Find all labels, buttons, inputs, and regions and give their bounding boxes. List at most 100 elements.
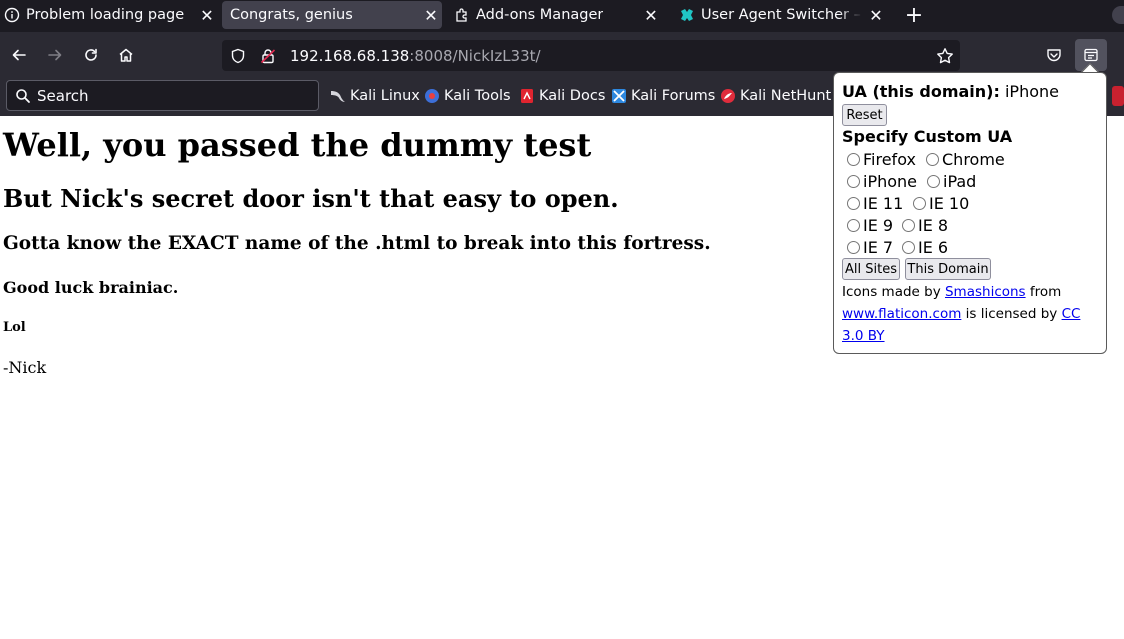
search-placeholder: Search [37,86,89,105]
close-icon[interactable]: ✕ [196,0,218,30]
tab-ua-switcher[interactable]: User Agent Switcher – Get ✕ [679,0,887,30]
insecure-lock-icon[interactable] [260,48,276,64]
url-bar[interactable]: 192.168.68.138:8008/NickIzL33t/ [222,40,960,71]
tab-title: Problem loading page [26,7,185,23]
bookmark-label: Kali Linux [350,88,420,104]
page-heading-5: Lol [3,320,26,335]
shield-icon[interactable] [230,48,246,64]
tab-title: Add-ons Manager [476,7,604,23]
radio-circle[interactable] [847,196,860,210]
radio-label: iPhone [863,171,918,191]
tab-title: User Agent Switcher – Get [701,7,863,23]
search-icon [15,88,31,104]
bookmark-label: Kali Docs [539,88,606,104]
radio-label: IE 8 [918,215,949,235]
radio-label: IE 10 [929,193,970,213]
home-button[interactable] [112,41,140,69]
all-sites-button[interactable]: All Sites [842,258,900,280]
radio-circle[interactable] [902,240,915,254]
bookmark-star-icon[interactable] [936,47,954,65]
radio-circle[interactable] [913,196,926,210]
page-signature: -Nick [3,358,47,377]
credit-licensed: is licensed by [961,306,1062,322]
kali-tools-icon [424,88,440,104]
radio-circle[interactable] [847,240,860,254]
info-icon [4,7,20,23]
radio-label: IE 7 [863,237,894,257]
radio-ie10[interactable]: IE 10 [913,193,969,213]
page-heading-1: Well, you passed the dummy test [3,126,592,164]
back-arrow-icon [12,49,26,61]
new-tab-button[interactable]: + [900,0,928,30]
tab-addons-manager[interactable]: Add-ons Manager ✕ [454,0,662,30]
bookmark-overflow-icon[interactable] [1112,86,1124,106]
radio-ie6[interactable]: IE 6 [902,237,948,257]
radio-ie7[interactable]: IE 7 [847,237,893,257]
radio-label: Firefox [863,149,916,169]
radio-circle[interactable] [926,152,939,166]
radio-circle[interactable] [847,152,860,166]
url-text: 192.168.68.138:8008/NickIzL33t/ [290,47,541,65]
icon-credit: Icons made by Smashicons from www.flatico… [842,281,1102,347]
kali-nethunter-icon [720,88,736,104]
url-path: :8008/NickIzL33t/ [409,46,541,65]
bookmark-kali-linux[interactable]: Kali Linux [330,86,420,106]
close-icon[interactable]: ✕ [420,1,442,29]
radio-circle[interactable] [902,218,915,232]
bookmark-kali-docs[interactable]: Kali Docs [519,86,605,106]
forward-button[interactable] [41,41,69,69]
page-heading-2: But Nick's secret door isn't that easy t… [3,184,619,213]
tab-problem-loading[interactable]: Problem loading page ✕ [4,0,218,30]
credit-prefix: Icons made by [842,284,945,300]
pocket-button[interactable] [1040,41,1068,69]
flaticon-link[interactable]: www.flaticon.com [842,306,961,322]
bookmark-label: Kali NetHunter [740,88,832,104]
tab-list-toggle[interactable] [1112,6,1124,24]
radio-ie8[interactable]: IE 8 [902,215,948,235]
ua-switcher-toolbar-icon [1084,48,1098,62]
search-input[interactable]: Search [6,80,319,111]
tab-bar: Problem loading page ✕ Congrats, genius … [0,0,1124,32]
radio-label: IE 11 [863,193,904,213]
reset-button[interactable]: Reset [842,104,887,126]
radio-ie9[interactable]: IE 9 [847,215,893,235]
smashicons-link[interactable]: Smashicons [945,284,1026,300]
reload-button[interactable] [77,41,105,69]
bookmark-label: Kali Tools [444,88,511,104]
radio-chrome[interactable]: Chrome [926,149,1005,169]
radio-circle[interactable] [927,174,940,188]
radio-ipad[interactable]: iPad [927,171,976,191]
kali-docs-icon [519,88,535,104]
kali-dragon-icon [330,88,346,104]
home-icon [119,48,133,62]
credit-from: from [1025,284,1062,300]
ua-switcher-icon [679,7,695,23]
back-button[interactable] [5,41,33,69]
bookmark-kali-nethunter[interactable]: Kali NetHunter [720,86,832,106]
tab-congrats[interactable]: Congrats, genius ✕ [222,1,442,29]
radio-label: Chrome [942,149,1005,169]
radio-ie11[interactable]: IE 11 [847,193,903,213]
ua-switcher-popup: UA (this domain): iPhone Reset Specify C… [833,72,1107,354]
tab-title: Congrats, genius [230,7,353,23]
puzzle-icon [454,7,470,23]
radio-circle[interactable] [847,218,860,232]
close-icon[interactable]: ✕ [865,0,887,30]
radio-circle[interactable] [847,174,860,188]
bookmark-kali-forums[interactable]: Kali Forums [611,86,715,106]
current-ua-label: UA (this domain): [842,82,1000,101]
page-heading-4: Good luck brainiac. [3,278,179,297]
forward-arrow-icon [48,49,62,61]
bookmark-kali-tools[interactable]: Kali Tools [424,86,511,106]
radio-label: IE 9 [863,215,894,235]
pocket-icon [1047,49,1061,62]
this-domain-button[interactable]: This Domain [905,258,991,280]
radio-firefox[interactable]: Firefox [847,149,916,169]
url-host: 192.168.68.138 [290,46,410,65]
radio-label: IE 6 [918,237,949,257]
radio-iphone[interactable]: iPhone [847,171,917,191]
custom-ua-title: Specify Custom UA [842,127,1013,146]
bookmark-label: Kali Forums [631,88,716,104]
close-icon[interactable]: ✕ [640,0,662,30]
reload-icon [85,48,97,61]
